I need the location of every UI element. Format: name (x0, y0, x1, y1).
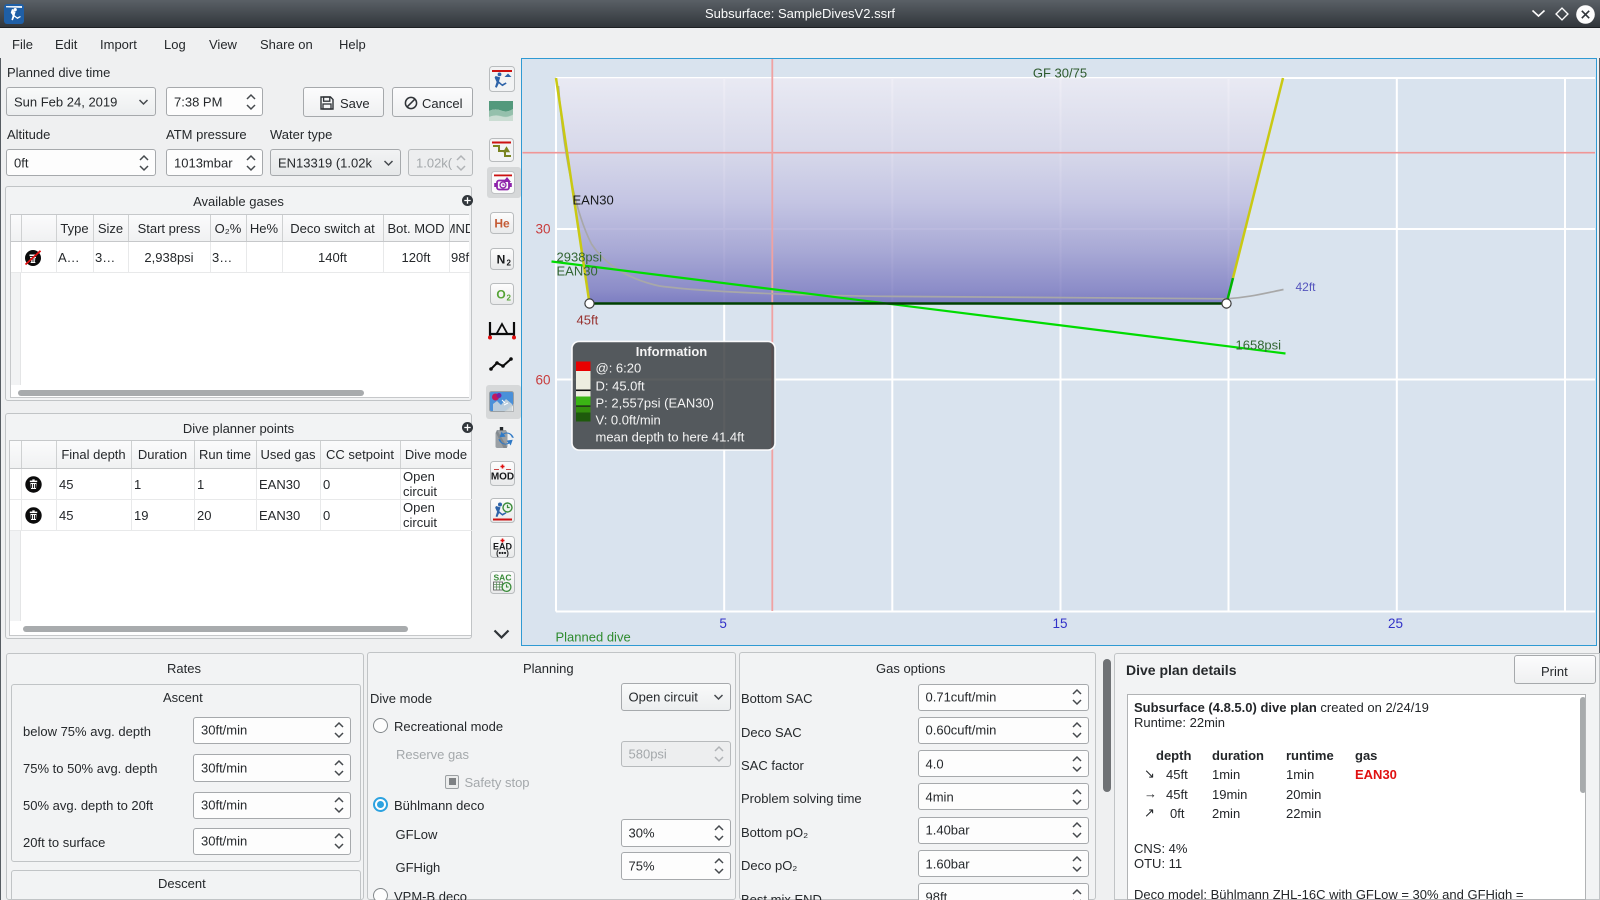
svg-text:2: 2 (507, 294, 512, 303)
svg-text:Information: Information (636, 344, 708, 359)
svg-text:5: 5 (719, 616, 727, 631)
svg-text:60: 60 (535, 372, 550, 387)
svg-text:He: He (494, 217, 510, 231)
svg-text:mean depth to here 41.4ft: mean depth to here 41.4ft (596, 429, 745, 444)
svg-text:@: 6:20: @: 6:20 (596, 360, 642, 375)
svg-text:30: 30 (535, 221, 550, 236)
svg-text:Planned dive: Planned dive (556, 629, 631, 644)
svg-text:1658psi: 1658psi (1236, 337, 1282, 352)
svg-text:GF 30/75: GF 30/75 (1033, 65, 1087, 80)
svg-text:42ft: 42ft (1296, 280, 1317, 294)
svg-text:N: N (497, 253, 506, 267)
svg-text:45ft: 45ft (577, 312, 599, 327)
svg-text:EAN30: EAN30 (557, 263, 598, 278)
svg-text:25: 25 (1388, 616, 1403, 631)
svg-text:D: 45.0ft: D: 45.0ft (596, 378, 646, 393)
svg-text:EAN30: EAN30 (573, 192, 614, 207)
svg-text:15: 15 (1052, 616, 1067, 631)
svg-text:MOD: MOD (491, 472, 514, 483)
svg-text:V: 0.0ft/min: V: 0.0ft/min (596, 412, 661, 427)
svg-text:O: O (496, 288, 505, 302)
svg-text:SAC: SAC (494, 573, 512, 583)
svg-text:2: 2 (507, 259, 512, 268)
svg-text:(•••): (•••) (496, 549, 509, 558)
svg-text:P: 2,557psi (EAN30): P: 2,557psi (EAN30) (596, 395, 715, 410)
svg-text:2938psi: 2938psi (557, 249, 603, 264)
